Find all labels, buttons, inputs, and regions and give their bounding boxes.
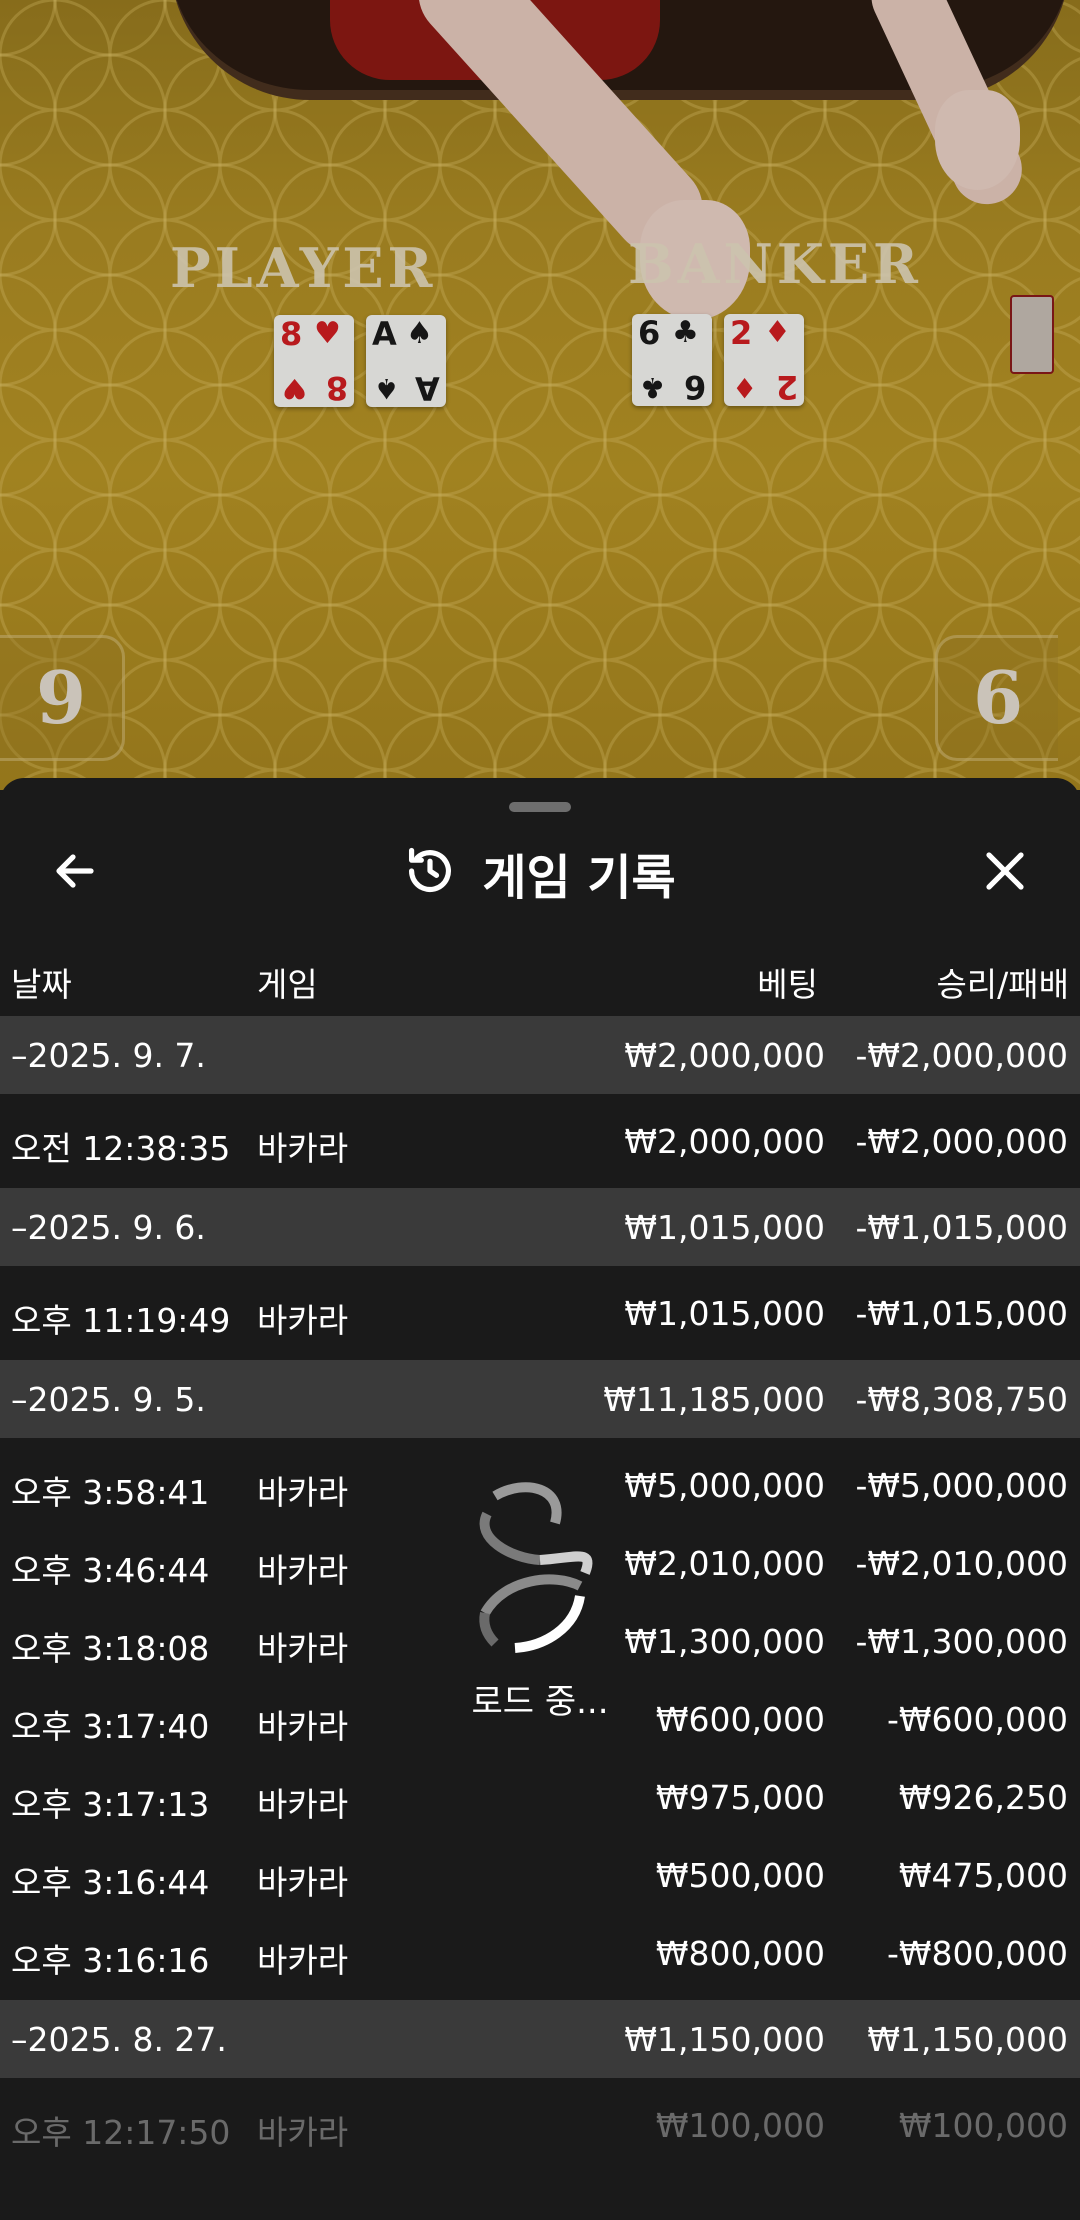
close-button[interactable] [975, 843, 1035, 903]
cell-winloss: -₩800,000 [886, 1934, 1068, 1973]
cell-winloss: -₩2,000,000 [855, 1122, 1069, 1161]
cell-date: –2025. 8. 27. [11, 2020, 227, 2059]
cell-game: 바카라 [257, 1129, 349, 1168]
cell-bet: ₩1,015,000 [624, 1208, 825, 1247]
cell-bet: ₩500,000 [655, 1856, 825, 1895]
live-video-feed: PLAYER BANKER 8 ♥ ♥ 8 A ♠ ♠ A 6 ♣ ♣ 6 2 ♦ ♦ 2 9 … [0, 0, 1080, 790]
cell-winloss: -₩2,000,000 [855, 1036, 1069, 1075]
cell-winloss: -₩5,000,000 [855, 1466, 1069, 1505]
cell-date: –2025. 9. 6. [11, 1208, 206, 1247]
cell-winloss: -₩8,308,750 [855, 1380, 1069, 1419]
date-group-row[interactable]: –2025. 9. 5. ₩11,185,000 -₩8,308,750 [0, 1360, 1080, 1438]
cell-game: 바카라 [257, 1707, 349, 1746]
cell-winloss: -₩1,015,000 [855, 1208, 1069, 1247]
loading-indicator: 로드 중... [455, 1478, 625, 1738]
table-row: 오후 3:16:44 바카라 ₩500,000 ₩475,000 [0, 1836, 1080, 1914]
cell-game: 바카라 [257, 2113, 349, 2152]
col-game: 게임 [257, 965, 318, 1004]
table-row: 오후 12:17:50 바카라 ₩100,000 ₩100,000 [0, 2078, 1080, 2164]
cell-date: 오후 3:17:40 [11, 1707, 210, 1746]
cell-date: 오후 3:16:16 [11, 1941, 210, 1980]
cell-bet: ₩100,000 [655, 2106, 825, 2145]
cell-bet: ₩5,000,000 [624, 1466, 825, 1505]
drag-handle[interactable] [509, 802, 571, 812]
cell-bet: ₩2,010,000 [624, 1544, 825, 1583]
date-group-row[interactable]: –2025. 9. 7. ₩2,000,000 -₩2,000,000 [0, 1016, 1080, 1094]
cell-date: –2025. 9. 5. [11, 1380, 206, 1419]
cell-bet: ₩2,000,000 [624, 1036, 825, 1075]
cell-winloss: -₩600,000 [886, 1700, 1068, 1739]
cell-winloss: ₩1,150,000 [867, 2020, 1068, 2059]
cell-bet: ₩1,300,000 [624, 1622, 825, 1661]
col-date: 날짜 [11, 965, 72, 1004]
close-x-icon [981, 847, 1029, 899]
cell-game: 바카라 [257, 1473, 349, 1512]
cell-bet: ₩11,185,000 [603, 1380, 825, 1419]
cell-winloss: -₩2,010,000 [855, 1544, 1069, 1583]
cell-date: 오후 11:19:49 [11, 1301, 231, 1340]
cell-winloss: ₩926,250 [898, 1778, 1068, 1817]
cell-winloss: -₩1,300,000 [855, 1622, 1069, 1661]
table-row: 오후 3:17:13 바카라 ₩975,000 ₩926,250 [0, 1758, 1080, 1836]
cell-bet: ₩1,150,000 [624, 2020, 825, 2059]
cell-date: 오전 12:38:35 [11, 1129, 231, 1168]
page-title: 게임 기록 [482, 850, 676, 906]
title-group: 게임 기록 [0, 818, 1080, 928]
cell-game: 바카라 [257, 1785, 349, 1824]
table-row: 오전 12:38:35 바카라 ₩2,000,000 -₩2,000,000 [0, 1094, 1080, 1180]
cell-date: 오후 3:17:13 [11, 1785, 210, 1824]
cell-winloss: ₩100,000 [898, 2106, 1068, 2145]
column-headers: 날짜 게임 베팅 승리/패배 [0, 950, 1080, 1010]
cell-game: 바카라 [257, 1863, 349, 1902]
cell-date: 오후 3:18:08 [11, 1629, 210, 1668]
video-overlay [0, 0, 1080, 790]
cell-date: 오후 3:58:41 [11, 1473, 210, 1512]
back-button[interactable] [45, 843, 105, 903]
cell-game: 바카라 [257, 1551, 349, 1590]
table-row: 오후 11:19:49 바카라 ₩1,015,000 -₩1,015,000 [0, 1266, 1080, 1352]
cell-bet: ₩975,000 [655, 1778, 825, 1817]
loading-spinner-icon [479, 1482, 593, 1653]
cell-bet: ₩1,015,000 [624, 1294, 825, 1333]
arrow-left-icon [51, 847, 99, 899]
table-row: 오후 3:16:16 바카라 ₩800,000 -₩800,000 [0, 1914, 1080, 1992]
cell-date: 오후 3:46:44 [11, 1551, 210, 1590]
cell-game: 바카라 [257, 1941, 349, 1980]
history-clock-icon [404, 845, 456, 901]
cell-game: 바카라 [257, 1301, 349, 1340]
cell-bet: ₩600,000 [655, 1700, 825, 1739]
cell-date: 오후 3:16:44 [11, 1863, 210, 1902]
cell-date: –2025. 9. 7. [11, 1036, 206, 1075]
cell-bet: ₩800,000 [655, 1934, 825, 1973]
cell-winloss: ₩475,000 [898, 1856, 1068, 1895]
cell-date: 오후 12:17:50 [11, 2113, 231, 2152]
cell-winloss: -₩1,015,000 [855, 1294, 1069, 1333]
panel-header: 게임 기록 [0, 818, 1080, 928]
date-group-row[interactable]: –2025. 8. 27. ₩1,150,000 ₩1,150,000 [0, 2000, 1080, 2078]
col-bet: 베팅 [757, 965, 818, 1004]
col-winloss: 승리/패배 [936, 965, 1069, 1004]
date-group-row[interactable]: –2025. 9. 6. ₩1,015,000 -₩1,015,000 [0, 1188, 1080, 1266]
cell-bet: ₩2,000,000 [624, 1122, 825, 1161]
cell-game: 바카라 [257, 1629, 349, 1668]
loading-label: 로드 중... [471, 1682, 609, 1722]
game-history-panel: 게임 기록 날짜 게임 베팅 승리/패배 –2025. 9. 7. ₩2,000… [0, 778, 1080, 2220]
